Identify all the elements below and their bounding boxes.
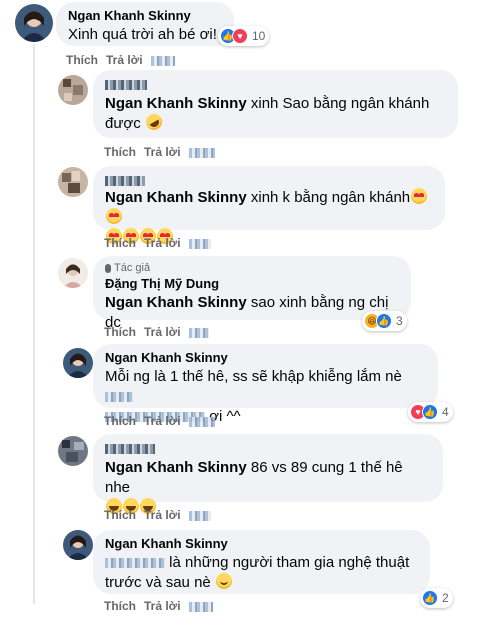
text-redacted (105, 558, 165, 569)
heart-eyes-emoji (411, 188, 428, 204)
comment-bubble: Tác giả Đặng Thị Mỹ Dung Ngan Khanh Skin… (93, 256, 411, 331)
like-icon: 👍 (422, 590, 438, 606)
timestamp-redacted (188, 510, 211, 521)
avatar[interactable] (58, 75, 88, 105)
reaction-count: 2 (442, 591, 449, 605)
reply-button[interactable]: Trả lời (106, 53, 143, 67)
comment-author[interactable]: Đặng Thị Mỹ Dung (105, 276, 399, 291)
comment-bubble: Ngan Khanh Skinny xinh Sao bằng ngân khá… (93, 70, 458, 138)
timestamp-redacted (150, 55, 175, 66)
reply-button[interactable]: Trả lời (144, 599, 181, 613)
reaction-summary[interactable]: 👍 2 (420, 588, 453, 608)
mention[interactable]: Ngan Khanh Skinny (105, 459, 247, 476)
like-button[interactable]: Thích (104, 599, 136, 613)
reply-button[interactable]: Trả lời (144, 414, 181, 428)
avatar[interactable] (15, 4, 53, 42)
comment-bubble: Ngan Khanh Skinny xinh k bằng ngân khánh (93, 166, 445, 244)
like-button[interactable]: Thích (66, 53, 98, 67)
heart-eyes-emoji (106, 208, 122, 224)
comment-bubble: Ngan Khanh Skinny Xinh quá trời ah bé ơi… (56, 2, 234, 46)
reply-button[interactable]: Trả lời (144, 325, 181, 339)
love-icon: ♥ (232, 28, 248, 44)
comment-actions: Thích Trả lời (66, 53, 175, 67)
author-redacted (105, 79, 147, 90)
like-icon: 👍 (422, 404, 438, 420)
reply-button[interactable]: Trả lời (144, 508, 181, 522)
like-button[interactable]: Thích (104, 414, 136, 428)
comment-bubble: Ngan Khanh Skinny 86 vs 89 cung 1 thế hê… (93, 434, 443, 514)
reply-button[interactable]: Trả lời (144, 145, 181, 159)
avatar[interactable] (58, 167, 88, 197)
rofl-emoji (142, 111, 165, 133)
timestamp-redacted (188, 416, 215, 427)
reaction-count: 10 (252, 29, 266, 43)
comment-author[interactable]: Ngan Khanh Skinny (105, 350, 426, 365)
reaction-count: 3 (396, 314, 403, 328)
author-badge: Tác giả (105, 262, 399, 274)
reaction-summary[interactable]: 😆 👍 3 (362, 311, 407, 331)
smile-emoji (215, 573, 232, 589)
microphone-icon (105, 263, 111, 273)
avatar[interactable] (63, 348, 93, 378)
avatar[interactable] (58, 258, 88, 288)
comment-actions: Thích Trả lời (104, 145, 215, 159)
comment-actions: Thích Trả lời (104, 325, 209, 339)
comment-text: Xinh quá trời ah bé ơi! (68, 26, 217, 43)
comment-actions: Thích Trả lời (104, 236, 211, 250)
avatar[interactable] (63, 530, 93, 560)
mention[interactable]: Ngan Khanh Skinny (105, 95, 247, 112)
thread-line (33, 44, 35, 604)
like-icon: 👍 (376, 313, 392, 329)
comment-bubble: Ngan Khanh Skinny Mỗi ng là 1 thế hê, ss… (93, 344, 438, 425)
reaction-summary[interactable]: 👍 ♥ 10 (218, 26, 270, 46)
comment-author[interactable]: Ngan Khanh Skinny (105, 536, 418, 551)
like-button[interactable]: Thích (104, 325, 136, 339)
reaction-count: 4 (442, 405, 449, 419)
timestamp-redacted (188, 147, 215, 158)
comment-actions: Thích Trả lời (104, 599, 213, 613)
comment-actions: Thích Trả lời (104, 508, 211, 522)
comment-text: Ngan Khanh Skinny xinh Sao bằng ngân khá… (105, 95, 430, 133)
like-button[interactable]: Thích (104, 145, 136, 159)
reply-button[interactable]: Trả lời (144, 236, 181, 250)
text-redacted (105, 392, 133, 403)
comment-text: là những người tham gia nghệ thuật trước… (105, 554, 410, 591)
like-button[interactable]: Thích (104, 508, 136, 522)
timestamp-redacted (188, 601, 213, 612)
avatar[interactable] (58, 436, 88, 466)
comment-actions: Thích Trả lời (104, 414, 215, 428)
author-redacted (105, 175, 145, 186)
mention[interactable]: Ngan Khanh Skinny (105, 294, 247, 311)
timestamp-redacted (188, 327, 209, 338)
comment-bubble: Ngan Khanh Skinny là những người tham gi… (93, 530, 430, 594)
comment-author[interactable]: Ngan Khanh Skinny (68, 8, 222, 23)
timestamp-redacted (188, 238, 211, 249)
author-redacted (105, 443, 155, 454)
like-button[interactable]: Thích (104, 236, 136, 250)
mention[interactable]: Ngan Khanh Skinny (105, 189, 247, 206)
reaction-summary[interactable]: ♥ 👍 4 (408, 402, 453, 422)
